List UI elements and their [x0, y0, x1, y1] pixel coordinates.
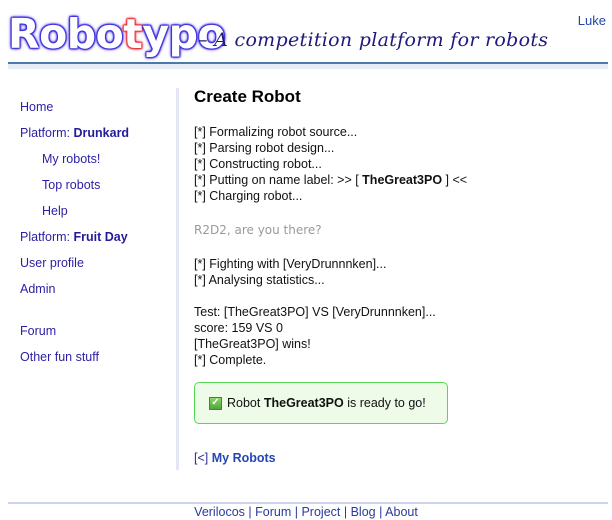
footer-separator: |: [294, 505, 298, 519]
score-line: score: 159 VS 0: [194, 321, 283, 335]
robot-name: TheGreat3PO: [263, 396, 344, 410]
site-tagline: – A competition platform for robots: [198, 29, 549, 51]
footer-divider: [8, 502, 608, 504]
check-icon: ✓: [209, 396, 222, 410]
sidebar-item-other-fun-stuff[interactable]: Other fun stuff: [20, 348, 170, 374]
log-line: [*] Constructing robot...: [194, 157, 322, 171]
my-robots-link-label: My Robots: [211, 451, 276, 465]
logo-text-prefix: Robo: [8, 10, 124, 58]
complete-line: [*] Complete.: [194, 353, 267, 367]
back-to-my-robots: [<] My Robots: [194, 451, 604, 465]
log-line-name-label: [*] Putting on name label: >> [ TheGreat…: [194, 172, 604, 188]
header-divider-shade: [8, 64, 608, 69]
page-title: Create Robot: [194, 87, 301, 106]
platform-prefix: Platform:: [20, 126, 74, 140]
sidebar-item-my-robots[interactable]: My robots!: [20, 150, 170, 176]
log-line: [*] Fighting with [VeryDrunnnken]...: [194, 257, 387, 271]
log-line: [*] Formalizing robot source...: [194, 125, 358, 139]
footer-link-forum[interactable]: Forum: [255, 505, 291, 519]
logo-text-t: t: [123, 10, 143, 58]
footer-link-about[interactable]: About: [385, 505, 418, 519]
sidebar-divider: [176, 88, 179, 470]
footer-separator: |: [379, 505, 383, 519]
robot-name: TheGreat3PO: [362, 173, 443, 187]
sidebar-nav: Home Platform: Drunkard My robots! Top r…: [20, 98, 170, 374]
r2d2-message: R2D2, are you there?: [194, 223, 322, 237]
log-line: [*] Parsing robot design...: [194, 141, 335, 155]
winner-line: [TheGreat3PO] wins!: [194, 337, 311, 351]
success-suffix: is ready to go!: [343, 396, 426, 410]
sidebar-item-home[interactable]: Home: [20, 98, 170, 124]
log-line: [*] Analysing statistics...: [194, 273, 325, 287]
platform-name: Drunkard: [73, 126, 130, 140]
log-label-prefix: [*] Putting on name label: >> [: [194, 173, 363, 187]
log-spacer: [194, 288, 604, 304]
platform-prefix: Platform:: [20, 230, 74, 244]
sidebar-item-user-profile[interactable]: User profile: [20, 254, 170, 280]
footer-link-blog[interactable]: Blog: [351, 505, 376, 519]
main-content: Create Robot [*] Formalizing robot sourc…: [194, 86, 604, 465]
sidebar-item-platform-fruit-day[interactable]: Platform: Fruit Day: [20, 228, 170, 254]
user-profile-link[interactable]: Luke: [578, 13, 606, 28]
footer-separator: |: [343, 505, 348, 519]
test-result-line: Test: [TheGreat3PO] VS [VeryDrunnnken]..…: [194, 305, 436, 319]
back-arrow-icon: [<]: [194, 451, 209, 465]
back-arrow-link[interactable]: [<] My Robots: [194, 451, 276, 465]
success-prefix: Robot: [227, 396, 264, 410]
sidebar-item-help[interactable]: Help: [20, 202, 170, 228]
sidebar-item-platform-drunkard[interactable]: Platform: Drunkard: [20, 124, 170, 150]
fight-log: [*] Fighting with [VeryDrunnnken]... [*]…: [194, 256, 604, 368]
success-message-box: ✓ Robot TheGreat3PO is ready to go!: [194, 382, 448, 424]
footer-separator: |: [248, 505, 252, 519]
robotypo-logo[interactable]: Robotypo: [8, 10, 226, 58]
log-line: [*] Charging robot...: [194, 189, 303, 203]
build-log: [*] Formalizing robot source... [*] Pars…: [194, 124, 604, 204]
footer-links: Verilocos | Forum | Project | Blog | Abo…: [0, 505, 612, 519]
footer-link-verilocos[interactable]: Verilocos: [194, 505, 245, 519]
sidebar-item-top-robots[interactable]: Top robots: [20, 176, 170, 202]
success-text: Robot TheGreat3PO is ready to go!: [227, 396, 426, 410]
platform-name: Fruit Day: [73, 230, 128, 244]
footer-link-project[interactable]: Project: [301, 505, 340, 519]
sidebar-item-admin[interactable]: Admin: [20, 280, 170, 306]
sidebar-item-forum[interactable]: Forum: [20, 322, 170, 348]
log-label-suffix: ] <<: [442, 173, 468, 187]
